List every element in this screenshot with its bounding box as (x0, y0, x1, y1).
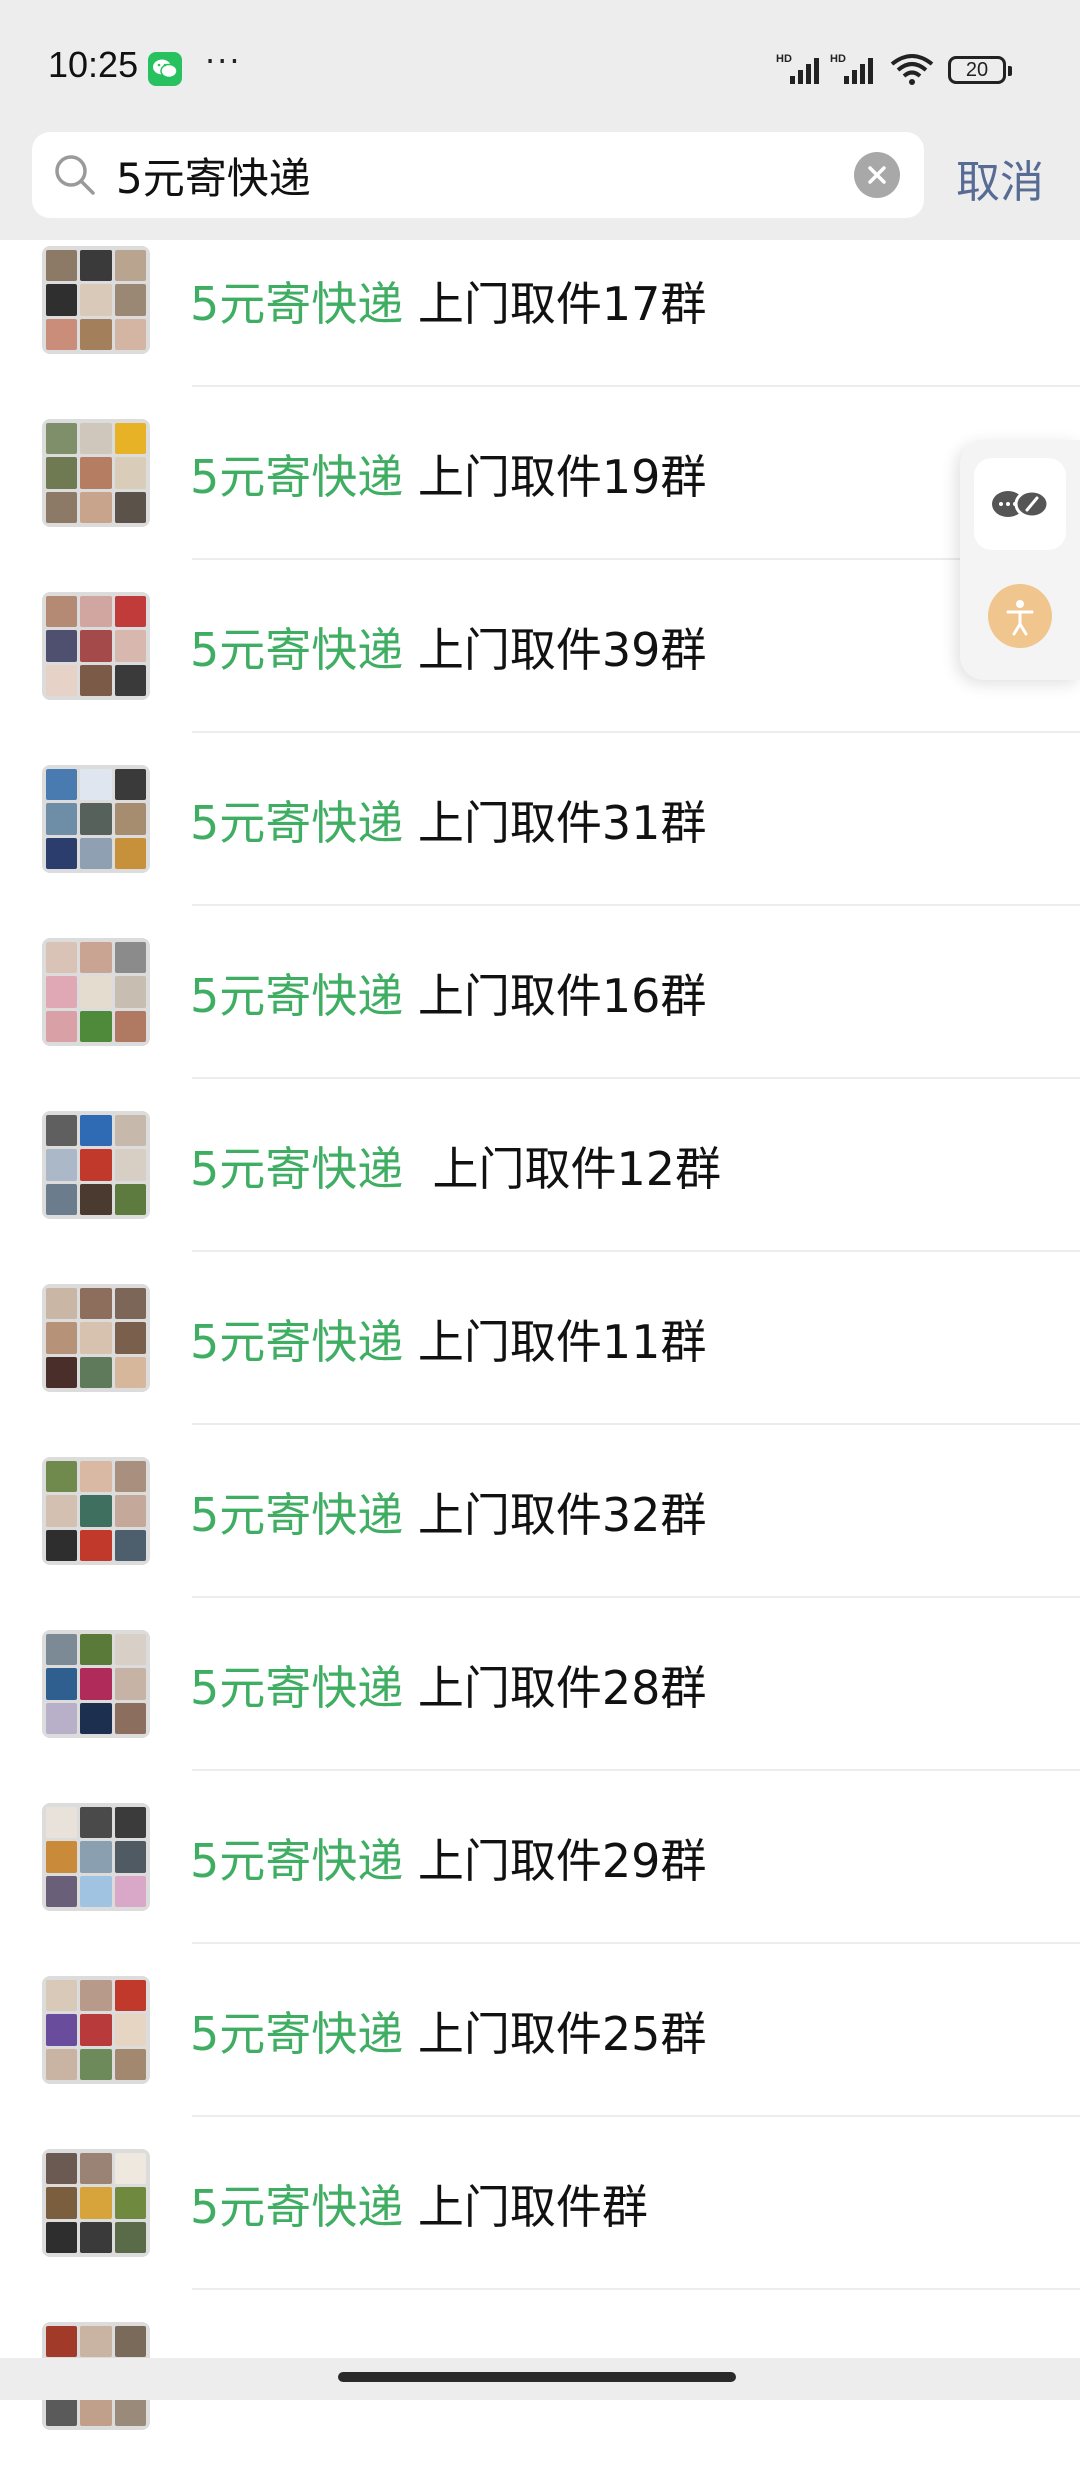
status-time: 10:25 (48, 44, 139, 85)
group-avatar (42, 765, 150, 873)
svg-text:HD: HD (830, 53, 846, 65)
chat-bubbles-icon[interactable] (974, 458, 1066, 550)
list-item[interactable]: 5元寄快递 上门取件群 (0, 2143, 1080, 2316)
list-item[interactable]: 5元寄快递 上门取件28群 (0, 1624, 1080, 1797)
signal-hd-icon: HD (776, 53, 819, 84)
group-name: 5元寄快递 上门取件32群 (190, 1488, 707, 1542)
list-item[interactable]: 5元寄快递 上门取件31群 (0, 759, 1080, 932)
group-name: 5元寄快递 上门取件16群 (190, 969, 707, 1023)
group-name: 5元寄快递 上门取件11群 (190, 1315, 707, 1369)
divider (192, 1250, 1080, 1252)
list-item[interactable]: 5元寄快递 上门取件11群 (0, 1278, 1080, 1451)
group-name: 5元寄快递 上门取件17群 (190, 277, 707, 331)
group-avatar (42, 1457, 150, 1565)
list-item[interactable]: 5元寄快递 上门取件16群 (0, 932, 1080, 1105)
status-bar: 10:25 ··· HD HD 20 (0, 0, 1080, 130)
list-item[interactable]: 5元寄快递 上门取件17群 (0, 240, 1080, 413)
list-item[interactable]: 5元寄快递 上门取件12群 (0, 1105, 1080, 1278)
wechat-icon (148, 52, 182, 86)
divider (192, 731, 1080, 733)
divider (192, 385, 1080, 387)
search-header: 取消 (0, 120, 1080, 240)
wifi-icon (890, 54, 934, 85)
group-avatar (42, 938, 150, 1046)
list-item[interactable]: 5元寄快递 上门取件39群 (0, 586, 1080, 759)
group-avatar (42, 1284, 150, 1392)
group-name: 5元寄快递 上门取件19群 (190, 450, 707, 504)
group-avatar (42, 1111, 150, 1219)
signal-hd-icon: HD (830, 53, 873, 84)
group-avatar (42, 1976, 150, 2084)
divider (192, 1077, 1080, 1079)
group-name: 5元寄快递 上门取件25群 (190, 2007, 707, 2061)
group-avatar (42, 1630, 150, 1738)
home-indicator[interactable] (338, 2372, 736, 2382)
battery-icon: 20 (948, 56, 1012, 84)
list-item[interactable]: 5元寄快递 上门取件32群 (0, 1451, 1080, 1624)
clear-icon[interactable] (854, 152, 900, 198)
divider (192, 1596, 1080, 1598)
group-avatar (42, 2149, 150, 2257)
floating-widget (960, 440, 1080, 680)
divider (192, 2288, 1080, 2290)
group-name: 5元寄快递 上门取件29群 (190, 1834, 707, 1888)
group-name: 5元寄快递 上门取件12群 (190, 1142, 722, 1196)
accessibility-icon[interactable] (988, 584, 1052, 648)
list-item[interactable]: 5元寄快递 上门取件29群 (0, 1797, 1080, 1970)
divider (192, 904, 1080, 906)
search-input[interactable] (116, 146, 836, 204)
divider (192, 1423, 1080, 1425)
divider (192, 2115, 1080, 2117)
list-item[interactable]: 5元寄快递 上门取件19群 (0, 413, 1080, 586)
divider (192, 1942, 1080, 1944)
group-avatar (42, 1803, 150, 1911)
group-avatar (42, 419, 150, 527)
group-name: 5元寄快递 上门取件28群 (190, 1661, 707, 1715)
group-avatar (42, 592, 150, 700)
svg-text:HD: HD (776, 53, 792, 65)
list-item[interactable] (0, 2316, 1080, 2489)
bottom-bar (0, 2358, 1080, 2400)
search-box[interactable] (32, 132, 924, 218)
divider (192, 558, 1080, 560)
more-status-icon: ··· (205, 42, 242, 80)
list-item[interactable]: 5元寄快递 上门取件25群 (0, 1970, 1080, 2143)
group-name: 5元寄快递 上门取件39群 (190, 623, 707, 677)
group-avatar (42, 246, 150, 354)
divider (192, 1769, 1080, 1771)
cancel-button[interactable]: 取消 (956, 146, 1044, 210)
group-name: 5元寄快递 上门取件31群 (190, 796, 707, 850)
search-icon (55, 155, 95, 195)
group-name: 5元寄快递 上门取件群 (190, 2180, 648, 2234)
